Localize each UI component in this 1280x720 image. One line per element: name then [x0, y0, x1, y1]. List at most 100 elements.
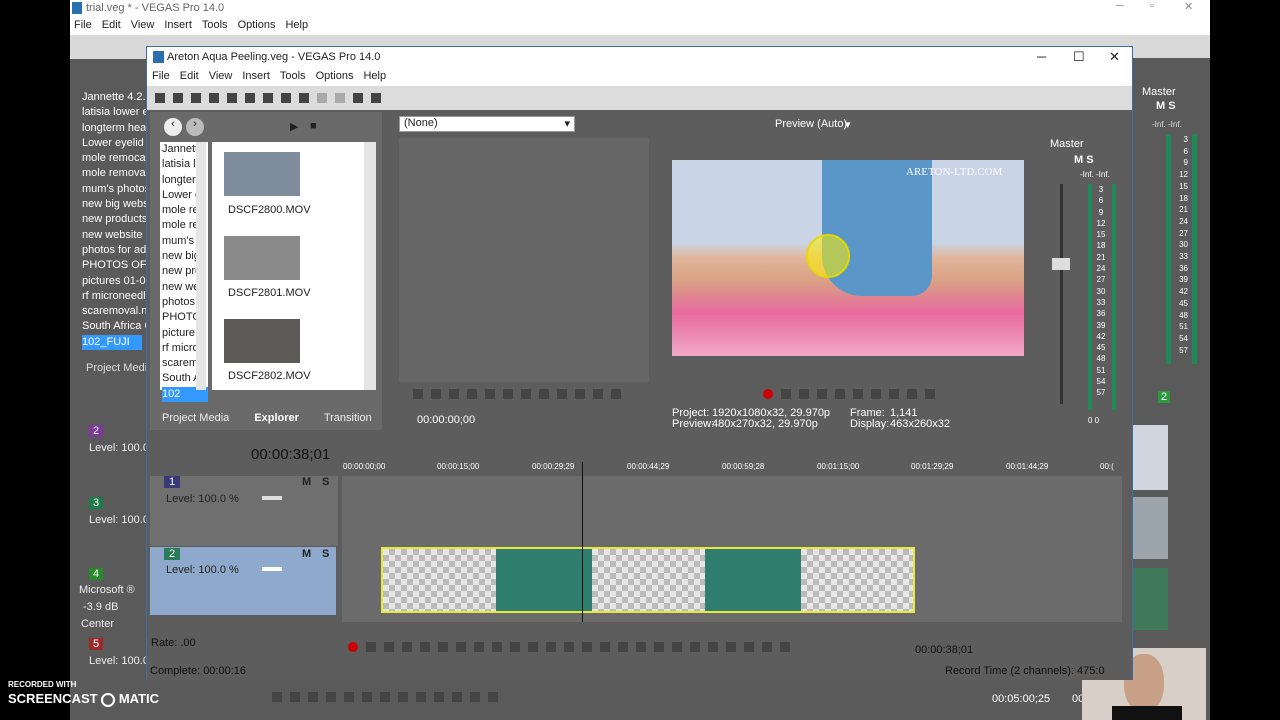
stop-icon[interactable]: ■ — [310, 120, 317, 132]
help-icon[interactable] — [371, 93, 381, 104]
level-meter-right — [1112, 184, 1116, 410]
explorer-files: DSCF2800.MOV DSCF2801.MOV DSCF2802.MOV — [212, 142, 370, 390]
save-icon[interactable] — [191, 93, 201, 104]
track-level: Level: 100.0 % — [166, 493, 239, 505]
list-item[interactable]: latisia lower e — [82, 105, 148, 120]
new-icon[interactable] — [155, 93, 165, 104]
maximize-button[interactable]: ☐ — [1073, 49, 1085, 65]
watermark-top-text: RECORDED WITH — [8, 680, 77, 689]
list-item[interactable]: scaremoval.ne — [82, 304, 148, 319]
menu-file[interactable]: File — [74, 19, 92, 31]
list-item[interactable]: Jannette 4.2.2 — [82, 90, 148, 105]
plugin-icon[interactable] — [353, 93, 363, 104]
background-project-media-tab[interactable]: Project Media — [86, 362, 153, 374]
playhead[interactable] — [582, 462, 583, 622]
forward-button[interactable]: › — [186, 118, 204, 136]
file-name[interactable]: DSCF2800.MOV — [228, 204, 311, 216]
file-thumbnail[interactable] — [224, 236, 300, 280]
trimmer-display — [399, 138, 649, 382]
close-button[interactable]: ✕ — [1184, 0, 1193, 13]
solo-button[interactable]: S — [322, 548, 329, 560]
video-event[interactable] — [381, 547, 915, 613]
file-name[interactable]: DSCF2801.MOV — [228, 287, 311, 299]
watermark-brand: SCREENCAST — [8, 691, 98, 706]
menu-options[interactable]: Options — [316, 70, 354, 82]
preview-pane: Preview (Auto) ▾ ARETON-LTD.COM Project:… — [665, 112, 1027, 430]
menu-tools[interactable]: Tools — [280, 70, 306, 82]
save-as-icon[interactable] — [209, 93, 219, 104]
list-item[interactable]: new website — [82, 228, 148, 243]
restore-button[interactable]: ▫ — [1150, 0, 1154, 12]
play-icon[interactable]: ▶ — [290, 120, 298, 133]
cut-icon[interactable] — [263, 93, 273, 104]
minimize-button[interactable]: ─ — [1116, 0, 1124, 12]
preview-mode[interactable]: Preview (Auto) — [775, 118, 847, 130]
list-item[interactable]: mole removal — [82, 166, 148, 181]
menu-view[interactable]: View — [209, 70, 233, 82]
list-item[interactable]: mum's photos — [82, 182, 148, 197]
master-bus-ms[interactable]: M S — [1074, 154, 1094, 166]
tab-transitions[interactable]: Transition — [324, 412, 372, 424]
list-item[interactable]: rf microneedl — [82, 289, 148, 304]
menu-insert[interactable]: Insert — [242, 70, 270, 82]
menu-edit[interactable]: Edit — [180, 70, 199, 82]
list-item[interactable]: South Africa C — [82, 319, 148, 334]
render-icon[interactable] — [227, 93, 237, 104]
mute-button[interactable]: M — [302, 548, 311, 560]
list-item[interactable]: new products — [82, 212, 148, 227]
redo-icon[interactable] — [335, 93, 345, 104]
preview-toolbar: Preview (Auto) ▾ — [665, 116, 1025, 132]
menu-tools[interactable]: Tools — [202, 19, 228, 31]
copy-icon[interactable] — [281, 93, 291, 104]
audio-device: Microsoft ® — [79, 584, 135, 596]
tab-explorer[interactable]: Explorer — [254, 412, 299, 424]
close-button[interactable]: ✕ — [1109, 49, 1120, 65]
mute-button[interactable]: M — [302, 476, 311, 488]
master-label: Master — [1142, 86, 1176, 98]
list-item[interactable]: photos for ad — [82, 243, 148, 258]
explorer-files-scrollbar[interactable] — [364, 142, 376, 390]
menu-view[interactable]: View — [131, 19, 155, 31]
explorer-tree-scrollbar[interactable] — [196, 142, 206, 390]
level-slider[interactable] — [262, 496, 282, 500]
properties-icon[interactable] — [245, 93, 255, 104]
complete-label: Complete: 00:00:16 — [150, 665, 247, 677]
minimize-button[interactable]: ─ — [1037, 49, 1046, 64]
tab-project-media[interactable]: Project Media — [162, 412, 229, 424]
menu-edit[interactable]: Edit — [102, 19, 121, 31]
chevron-down-icon: ▾ — [845, 119, 851, 131]
list-item[interactable]: Lower eyelid t — [82, 136, 148, 151]
level-meter-right — [1192, 134, 1197, 364]
paste-icon[interactable] — [299, 93, 309, 104]
background-track-badge: 2 — [1158, 391, 1171, 403]
video-watermark: ARETON-LTD.COM — [906, 166, 1003, 178]
menu-insert[interactable]: Insert — [164, 19, 192, 31]
main-toolbar — [147, 86, 1132, 110]
solo-button[interactable]: S — [322, 476, 329, 488]
background-bottom-timecode: 00:05:00;25 — [992, 693, 1051, 705]
level-slider[interactable] — [262, 567, 282, 571]
file-thumbnail[interactable] — [224, 319, 300, 363]
master-fader-handle[interactable] — [1052, 258, 1070, 270]
file-name[interactable]: DSCF2802.MOV — [228, 370, 311, 382]
undo-icon[interactable] — [317, 93, 327, 104]
list-item[interactable]: pictures 01-07 — [82, 274, 148, 289]
back-button[interactable]: ‹ — [164, 118, 182, 136]
trimmer-source-select[interactable]: (None) ▾ — [399, 116, 575, 132]
master-ms[interactable]: M S — [1156, 100, 1176, 112]
list-item[interactable]: PHOTOS OF T — [82, 258, 148, 273]
menu-file[interactable]: File — [152, 70, 170, 82]
list-item[interactable]: new big webs — [82, 197, 148, 212]
background-thumb-2 — [1133, 497, 1168, 559]
background-menubar: File Edit View Insert Tools Options Help — [70, 17, 1210, 35]
track-pan: Center — [81, 618, 115, 630]
list-item[interactable]: mole remocal — [82, 151, 148, 166]
file-thumbnail[interactable] — [224, 152, 300, 196]
trimmer-time: 00:00:00;00 — [417, 414, 476, 426]
menu-options[interactable]: Options — [238, 19, 276, 31]
list-item[interactable]: 102_FUJI — [82, 334, 142, 351]
menu-help[interactable]: Help — [363, 70, 386, 82]
open-icon[interactable] — [173, 93, 183, 104]
menu-help[interactable]: Help — [285, 19, 308, 31]
list-item[interactable]: longterm heal — [82, 121, 148, 136]
